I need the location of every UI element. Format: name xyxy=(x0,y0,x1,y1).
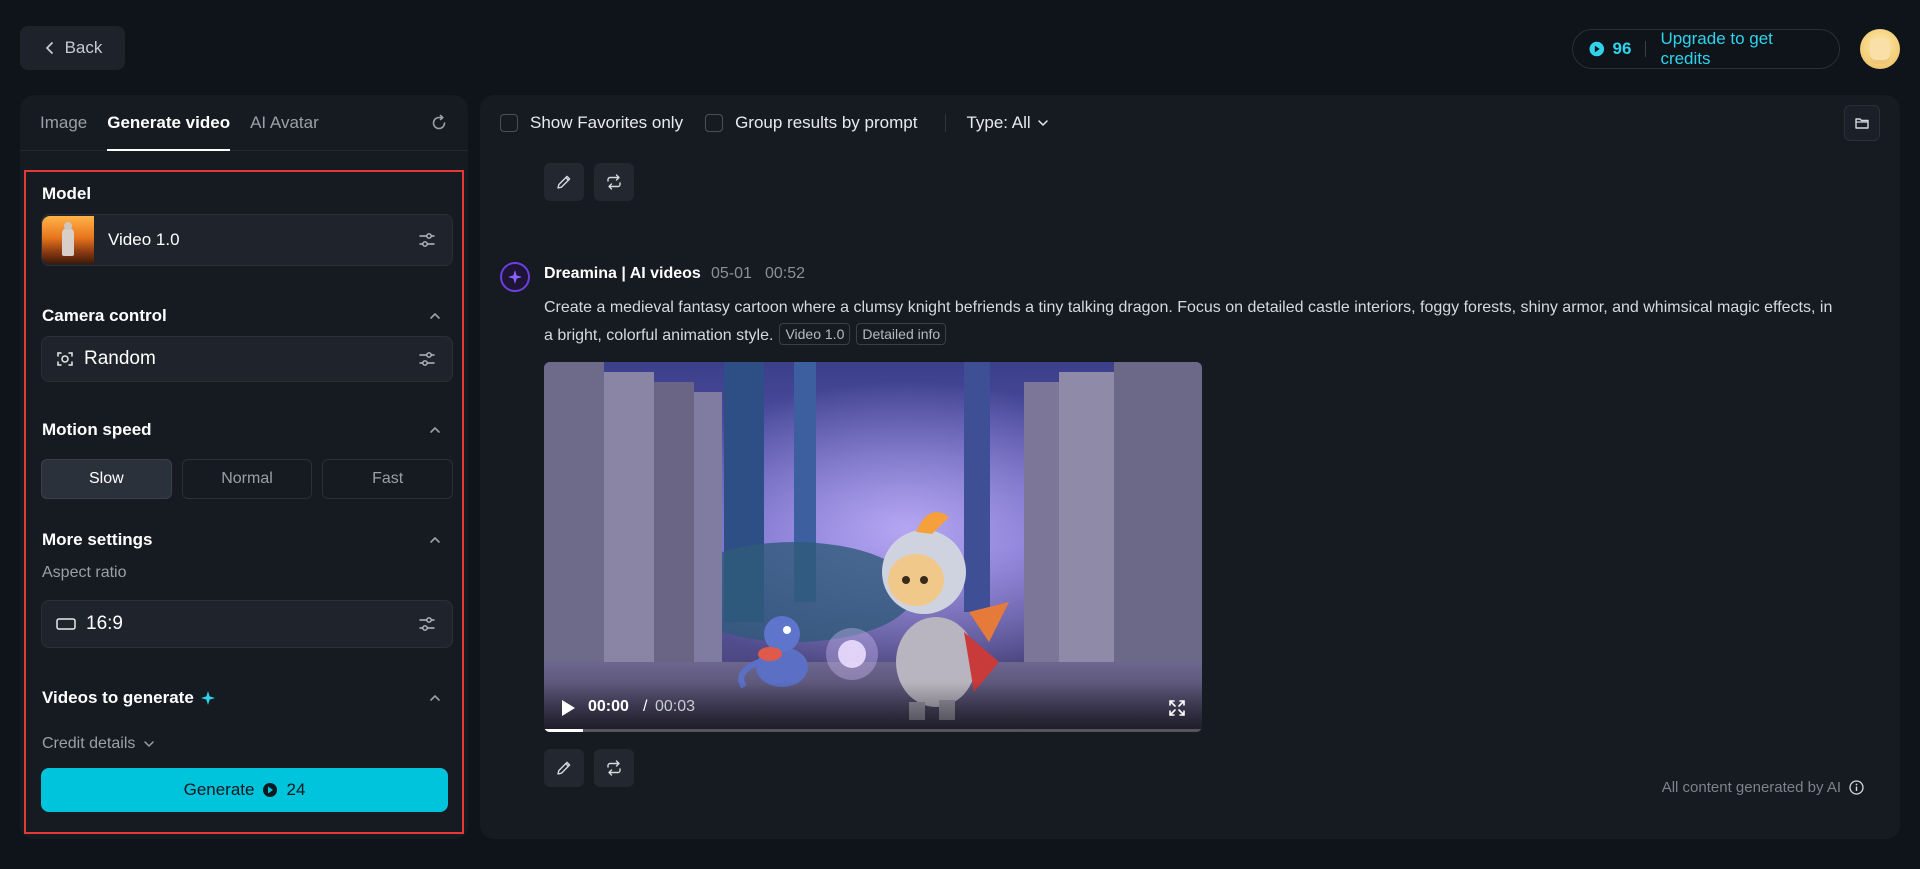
total-time: 00:03 xyxy=(655,698,696,715)
model-thumbnail xyxy=(42,216,94,264)
folder-button[interactable] xyxy=(1844,105,1880,141)
show-favorites-checkbox[interactable] xyxy=(500,114,518,132)
back-button[interactable]: Back xyxy=(20,26,125,70)
motion-speed-collapse-icon[interactable] xyxy=(428,423,442,437)
camera-control-value: Random xyxy=(84,348,156,369)
motion-speed-options: Slow Normal Fast xyxy=(41,459,454,499)
current-time: 00:00 xyxy=(588,698,629,715)
tab-generate-video[interactable]: Generate video xyxy=(107,95,230,151)
sparkle-icon xyxy=(200,691,215,705)
prompt-text: Create a medieval fantasy cartoon where … xyxy=(544,294,1834,350)
videos-to-generate-title: Videos to generate xyxy=(42,688,216,708)
group-results-checkbox[interactable] xyxy=(705,114,724,132)
videos-to-generate-label: Videos to generate xyxy=(42,688,194,707)
tune-icon[interactable] xyxy=(418,350,436,368)
group-results-toggle[interactable]: Group results by prompt xyxy=(705,113,917,133)
settings-section: Model Video 1.0 Camera control Random Mo… xyxy=(24,170,464,834)
folder-icon xyxy=(1855,118,1869,129)
model-selector[interactable]: Video 1.0 xyxy=(41,214,453,266)
regenerate-button[interactable] xyxy=(594,749,634,787)
tab-image[interactable]: Image xyxy=(40,95,87,151)
generate-button[interactable]: Generate 24 xyxy=(41,768,448,812)
speed-slow-button[interactable]: Slow xyxy=(41,459,172,499)
prompt-body: Create a medieval fantasy cartoon where … xyxy=(544,299,1833,344)
upgrade-link[interactable]: Upgrade to get credits xyxy=(1660,29,1823,69)
video-progress-fill xyxy=(544,729,584,732)
post-author: Dreamina | AI videos xyxy=(544,265,701,282)
video-player[interactable]: 00:00 / 00:03 xyxy=(544,362,1202,732)
chevron-down-icon xyxy=(1037,120,1048,126)
speed-normal-button[interactable]: Normal xyxy=(181,459,313,499)
generate-cost: 24 xyxy=(286,780,306,799)
pencil-icon xyxy=(557,761,571,775)
camera-focus-icon xyxy=(57,352,73,366)
dreamina-avatar xyxy=(500,262,530,292)
ai-content-label: All content generated by AI xyxy=(1661,779,1841,796)
edit-button[interactable] xyxy=(544,163,584,201)
show-favorites-toggle[interactable]: Show Favorites only xyxy=(500,113,683,133)
mode-tabs: Image Generate video AI Avatar xyxy=(20,95,468,151)
motion-speed-title: Motion speed xyxy=(42,420,152,439)
credit-details-toggle[interactable]: Credit details xyxy=(42,735,155,753)
type-filter-dropdown[interactable]: Type: All xyxy=(966,113,1048,133)
show-favorites-label: Show Favorites only xyxy=(530,113,684,132)
video-frame xyxy=(544,362,1202,732)
tune-icon[interactable] xyxy=(418,615,436,633)
camera-control-title: Camera control xyxy=(42,306,167,325)
aspect-ratio-value: 16:9 xyxy=(86,613,123,634)
refresh-icon[interactable] xyxy=(430,114,448,132)
group-results-label: Group results by prompt xyxy=(735,113,918,132)
model-tag: Video 1.0 xyxy=(779,323,851,345)
regenerate-button[interactable] xyxy=(594,163,634,201)
post-date: 05-01 xyxy=(711,265,752,282)
repeat-icon xyxy=(607,760,621,776)
video-progress-bar[interactable] xyxy=(544,729,1202,732)
toolbar-divider xyxy=(945,114,947,132)
video-controls: 00:00 / 00:03 xyxy=(544,682,1202,732)
play-icon[interactable] xyxy=(560,699,576,717)
type-filter-label: Type: All xyxy=(966,113,1031,132)
credit-coin-icon xyxy=(1589,41,1605,57)
tune-icon[interactable] xyxy=(418,231,436,249)
model-title: Model xyxy=(42,184,92,203)
edit-button[interactable] xyxy=(544,749,584,787)
back-label: Back xyxy=(64,38,103,57)
speed-fast-button[interactable]: Fast xyxy=(322,459,454,499)
videos-to-generate-collapse-icon[interactable] xyxy=(428,691,442,705)
aspect-ratio-selector[interactable]: 16:9 xyxy=(41,600,453,648)
time-separator: / xyxy=(643,698,648,715)
credits-pill[interactable]: 96 Upgrade to get credits xyxy=(1572,29,1840,69)
aspect-ratio-label: Aspect ratio xyxy=(42,564,127,581)
detailed-info-tag[interactable]: Detailed info xyxy=(856,323,947,345)
chevron-down-icon xyxy=(144,741,155,747)
camera-control-collapse-icon[interactable] xyxy=(428,309,442,323)
credits-divider xyxy=(1645,41,1647,57)
post-time: 00:52 xyxy=(765,265,806,282)
credits-count: 96 xyxy=(1612,39,1632,58)
generate-label: Generate xyxy=(183,780,255,799)
left-panel: Image Generate video AI Avatar Model Vid… xyxy=(20,95,468,839)
star-icon xyxy=(508,270,522,284)
credit-details-label: Credit details xyxy=(42,735,136,752)
info-icon[interactable] xyxy=(1849,780,1864,795)
credit-coin-icon xyxy=(263,783,278,797)
model-name: Video 1.0 xyxy=(108,230,180,249)
camera-control-selector[interactable]: Random xyxy=(41,336,453,382)
user-avatar[interactable] xyxy=(1860,29,1900,69)
tab-ai-avatar[interactable]: AI Avatar xyxy=(250,95,319,151)
fullscreen-icon[interactable] xyxy=(1168,699,1186,717)
aspect-ratio-icon xyxy=(56,618,76,630)
more-settings-title: More settings xyxy=(42,530,153,549)
results-toolbar: Show Favorites only Group results by pro… xyxy=(500,95,1049,151)
chevron-left-icon xyxy=(45,42,53,54)
repeat-icon xyxy=(607,174,621,190)
results-panel: Show Favorites only Group results by pro… xyxy=(480,95,1900,839)
more-settings-collapse-icon[interactable] xyxy=(428,533,442,547)
ai-content-note: All content generated by AI xyxy=(1662,779,1864,796)
pencil-icon xyxy=(557,175,571,189)
